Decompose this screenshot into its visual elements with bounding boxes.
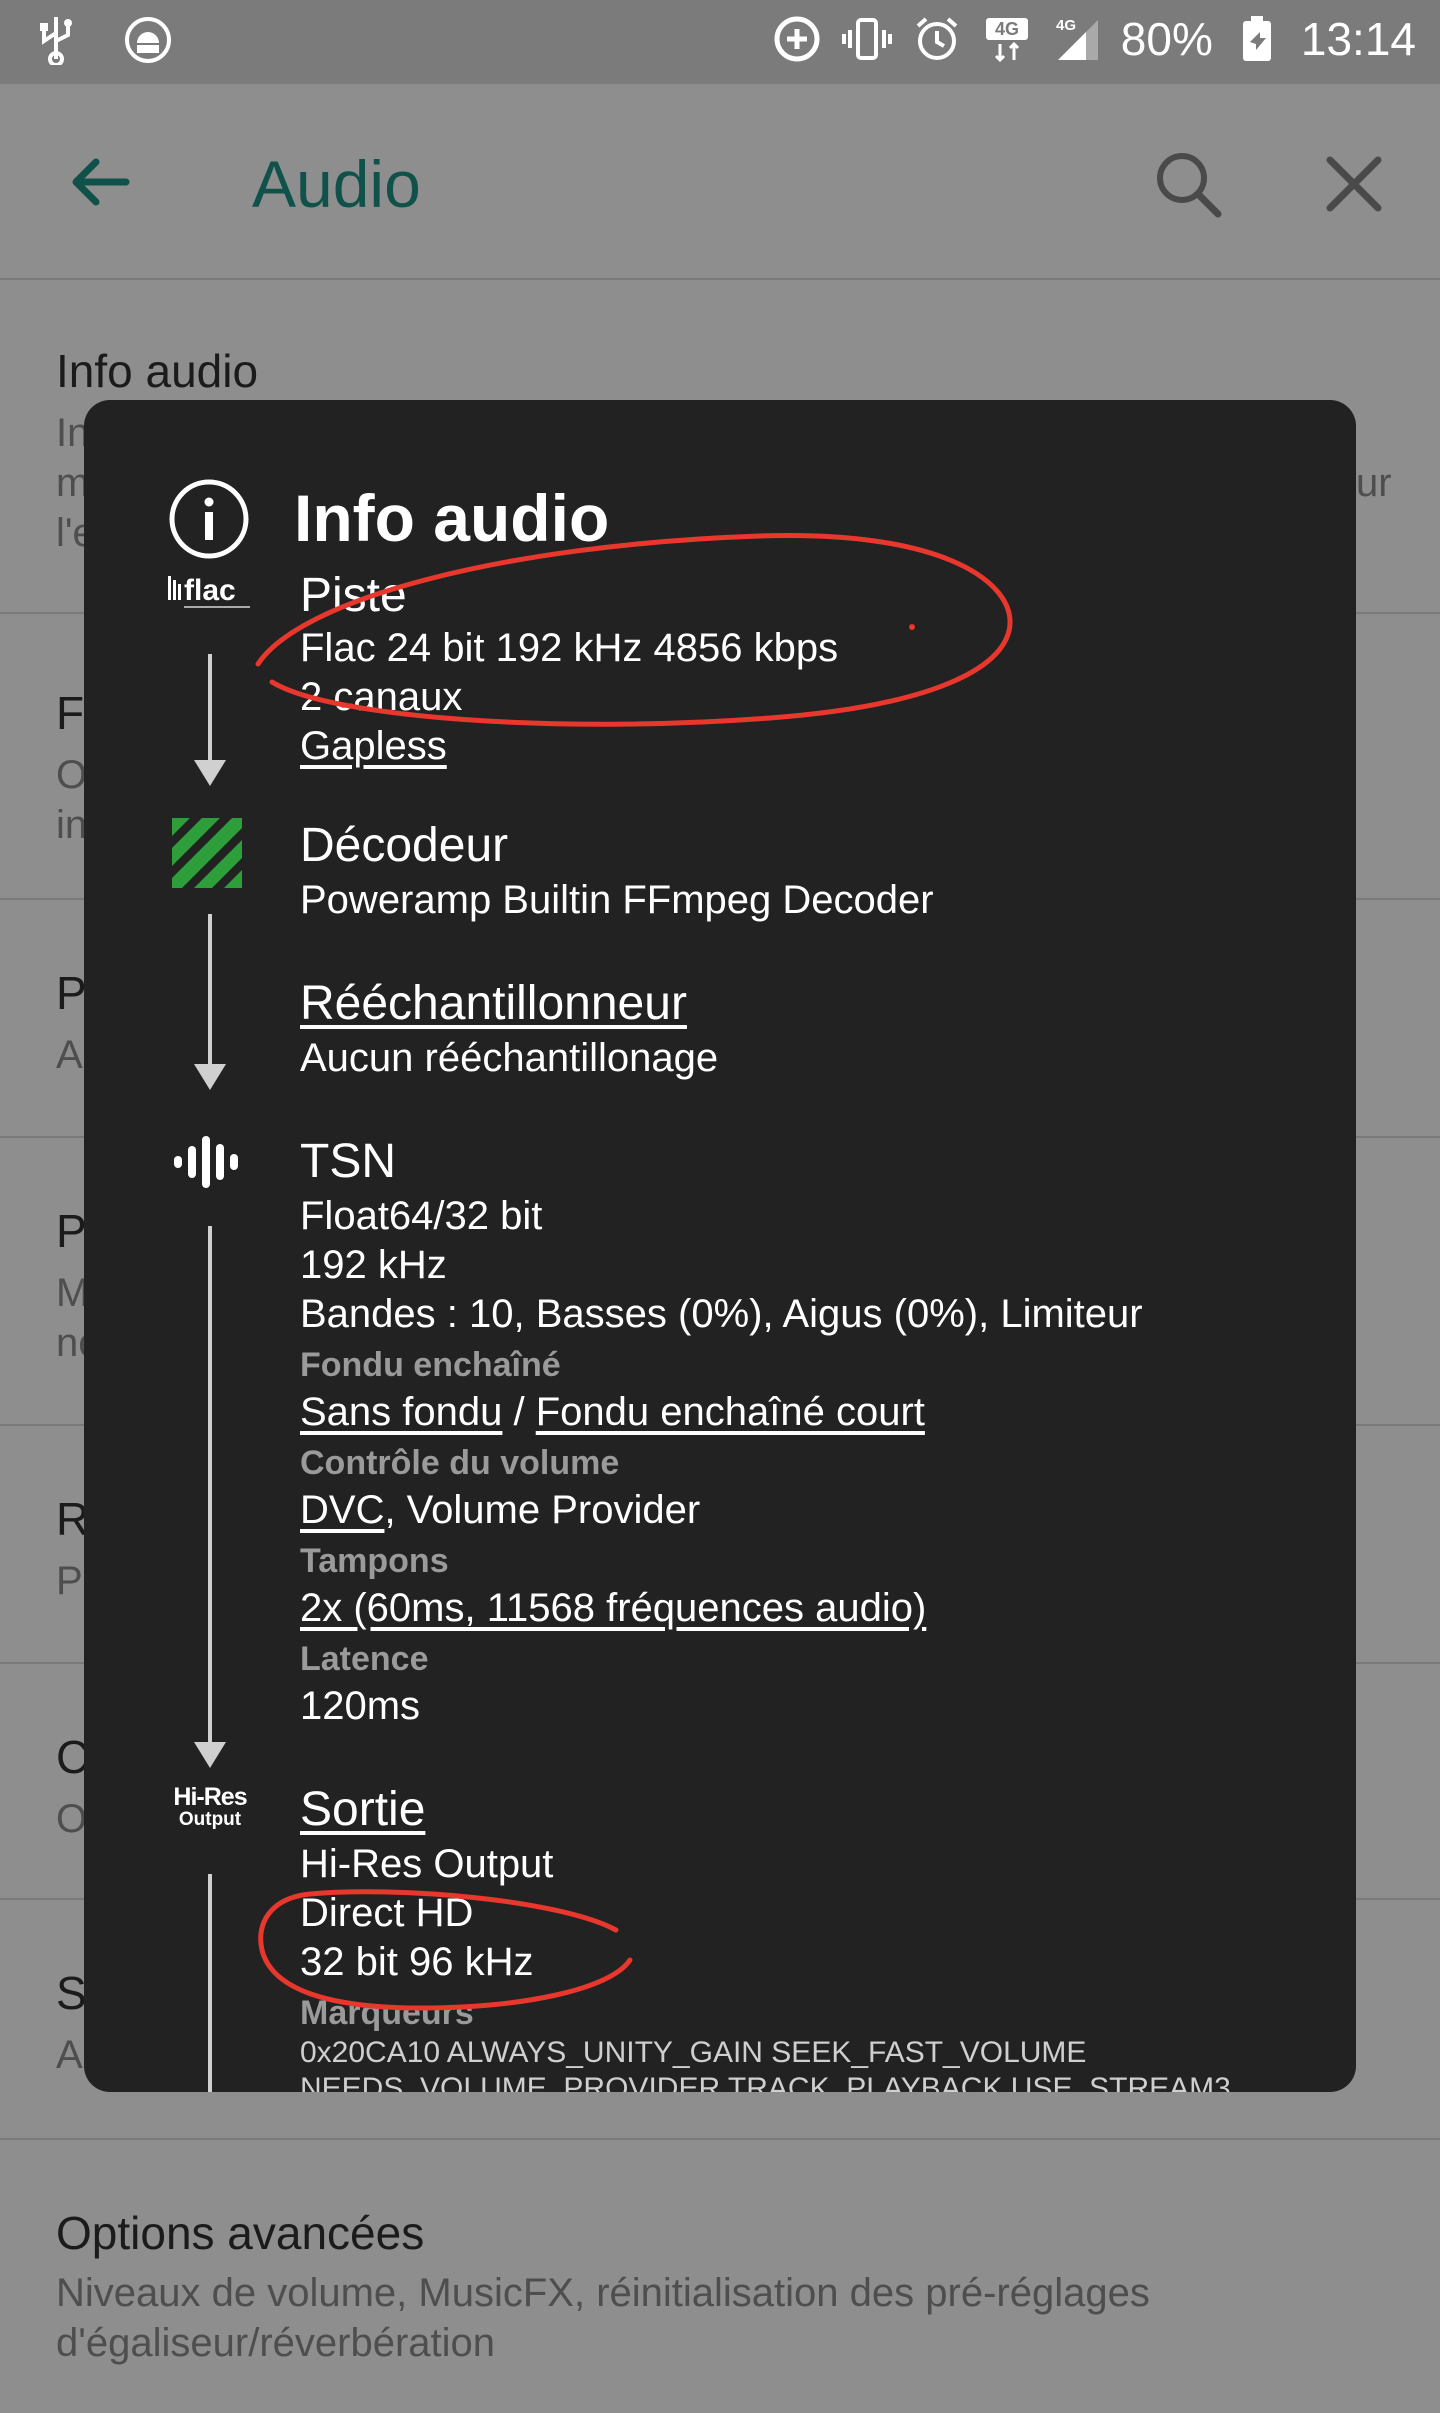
signal-icon: 4G: [1051, 13, 1103, 65]
resampler-value: Aucun rééchantillonage: [300, 1036, 719, 1080]
page-title: Audio: [252, 147, 421, 221]
volume-provider-text: , Volume Provider: [384, 1488, 701, 1532]
hi-res-output-logo: Hi-Res Output: [168, 1784, 252, 1840]
search-icon[interactable]: [1148, 144, 1228, 224]
settings-item-title: S: [56, 1967, 87, 2019]
gapless-link[interactable]: Gapless: [300, 724, 447, 769]
hi-res-logo-line1: Hi-Res: [173, 1783, 247, 1811]
settings-item-title: P: [56, 1205, 87, 1257]
flow-line: [208, 1874, 212, 2092]
clock: 13:14: [1300, 13, 1416, 65]
settings-item-advanced-options[interactable]: Options avancées Niveaux de volume, Musi…: [0, 2140, 1440, 2413]
usb-icon: [30, 14, 82, 66]
settings-item-title: P: [56, 967, 87, 1019]
net-label-2: 4G: [1056, 17, 1076, 34]
net-label-1: 4G: [995, 19, 1019, 39]
flow-arrow: [194, 1742, 226, 1768]
latency-label: Latence: [300, 1640, 429, 1678]
sortie-device: Hi-Res Output: [300, 1842, 554, 1886]
flow-line: [208, 654, 212, 764]
status-bar: 4G 4G 80% 13:14: [0, 0, 1440, 84]
vibrate-icon: [841, 13, 893, 65]
app-bar: Audio: [0, 84, 1440, 280]
flow-line: [208, 1546, 212, 1746]
settings-item-subtitle: d'égaliseur/réverbération: [56, 2321, 496, 2365]
info-icon: [168, 478, 250, 560]
tsn-title: TSN: [300, 1135, 396, 1188]
no-crossfade-link[interactable]: Sans fondu: [300, 1390, 502, 1434]
crossfade-separator: /: [502, 1390, 536, 1434]
settings-item-title: Info audio: [56, 345, 259, 397]
flow-line: [208, 1226, 212, 1546]
tsn-rate: 192 kHz: [300, 1243, 447, 1287]
flow-line: [208, 914, 212, 1068]
mobile-data-icon: 4G: [981, 13, 1033, 65]
latency-value: 120ms: [300, 1684, 421, 1728]
sortie-mode: Direct HD: [300, 1891, 474, 1935]
dsp-waveform-icon: [172, 1132, 244, 1192]
dvc-link[interactable]: DVC: [300, 1488, 384, 1532]
piste-format: Flac 24 bit 192 kHz 4856 kbps: [300, 626, 839, 670]
settings-item-title: F: [56, 687, 85, 739]
crossfade-row: Sans fondu / Fondu enchaîné court: [300, 1390, 925, 1435]
settings-item-subtitle: in: [56, 803, 88, 847]
ffmpeg-icon: [172, 818, 242, 888]
resampler-link[interactable]: Rééchantillonneur: [300, 976, 687, 1031]
sortie-format: 32 bit 96 kHz: [300, 1940, 534, 1984]
flags-label: Marqueurs: [300, 1994, 474, 2032]
alarm-icon: [911, 13, 963, 65]
dialog-title: Info audio: [294, 481, 610, 555]
piste-title: Piste: [300, 569, 407, 622]
settings-item-subtitle: ur: [1356, 461, 1392, 505]
flags-line: 0x20CA10 ALWAYS_UNITY_GAIN SEEK_FAST_VOL…: [300, 2036, 1087, 2069]
settings-item-subtitle: O: [56, 753, 88, 797]
settings-item-subtitle: A: [56, 1033, 83, 1077]
tsn-bands: Bandes : 10, Basses (0%), Aigus (0%), Li…: [300, 1292, 1143, 1336]
battery-percent: 80%: [1120, 13, 1213, 65]
flow-arrow: [194, 1064, 226, 1090]
decodeur-title: Décodeur: [300, 819, 509, 872]
buffers-label: Tampons: [300, 1542, 449, 1580]
settings-item-title: Options avancées: [56, 2207, 425, 2259]
sortie-link[interactable]: Sortie: [300, 1782, 425, 1837]
hi-res-logo-line2: Output: [178, 1809, 242, 1830]
back-arrow-icon[interactable]: [60, 142, 140, 222]
flac-logo-icon: flac: [168, 570, 254, 614]
data-saver-icon: [771, 13, 823, 65]
android-debug-icon: [122, 14, 174, 66]
close-icon[interactable]: [1314, 144, 1394, 224]
settings-item-subtitle: O: [56, 1797, 88, 1841]
settings-item-subtitle: A: [56, 2033, 83, 2077]
buffers-link[interactable]: 2x (60ms, 11568 fréquences audio): [300, 1586, 926, 1631]
settings-item-subtitle: P: [56, 1559, 83, 1603]
battery-icon: [1231, 13, 1283, 65]
short-crossfade-link[interactable]: Fondu enchaîné court: [536, 1390, 925, 1434]
tsn-format: Float64/32 bit: [300, 1194, 543, 1238]
volume-control-row: DVC, Volume Provider: [300, 1488, 700, 1533]
piste-channels: 2 canaux: [300, 675, 463, 719]
settings-item-subtitle: Niveaux de volume, MusicFX, réinitialisa…: [56, 2271, 1150, 2315]
volume-control-label: Contrôle du volume: [300, 1444, 620, 1482]
flac-logo-text: flac: [184, 574, 236, 607]
flow-arrow: [194, 760, 226, 786]
crossfade-label: Fondu enchaîné: [300, 1346, 561, 1384]
info-audio-dialog: Info audio flac Piste Flac 24 bit 192 kH…: [84, 400, 1356, 2092]
flags-line: NEEDS_VOLUME_PROVIDER TRACK_PLAYBACK USE…: [300, 2072, 1231, 2092]
decodeur-name: Poweramp Builtin FFmpeg Decoder: [300, 878, 934, 922]
